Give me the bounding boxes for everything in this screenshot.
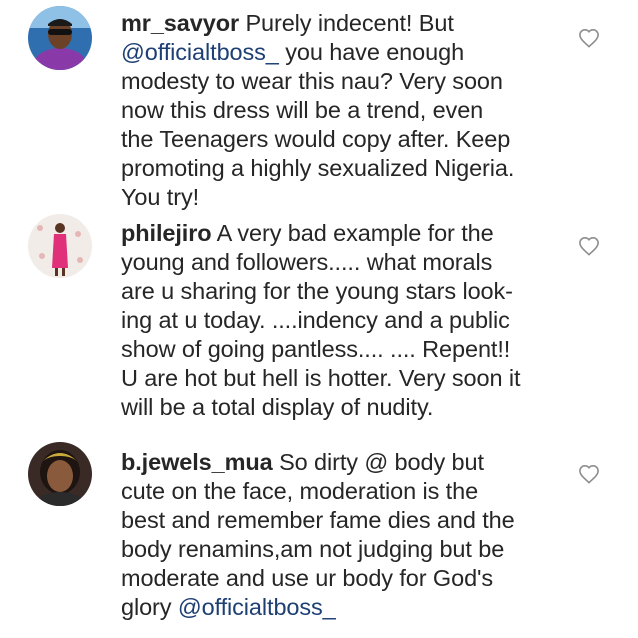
comment-text: b.jewels_mua So dirty @ body but cute on… <box>121 448 561 622</box>
comment-body-line: modesty to wear this nau? Very soon <box>121 68 503 94</box>
avatar[interactable] <box>28 214 92 278</box>
comment-body-line: cute on the face, moderation is the <box>121 478 479 504</box>
comment-body-line: You try! <box>121 184 200 210</box>
comment-body-line: best and remember fame dies and the <box>121 507 515 533</box>
comment-body-line: body renamins,am not judging but be <box>121 536 505 562</box>
comment-body-line: moderate and use ur body for God's <box>121 565 494 591</box>
comment-username[interactable]: philejiro <box>121 220 212 246</box>
comment-body-line: So dirty @ body but <box>279 449 484 475</box>
comment-body-line: Purely indecent! But <box>245 10 454 36</box>
comment-body-line: now this dress will be a trend, even <box>121 97 484 123</box>
mention-link[interactable]: @officialtboss_ <box>121 39 279 65</box>
comment-body-line: young and followers..... what morals <box>121 249 493 275</box>
comment-text: mr_savyor Purely indecent! But @official… <box>121 9 561 212</box>
comment-body-line: you have enough <box>278 39 465 65</box>
comment-body-line: A very bad example for the <box>216 220 494 246</box>
avatar[interactable] <box>28 442 92 506</box>
comment-username[interactable]: mr_savyor <box>121 10 239 36</box>
comment-body-line: will be a total display of nudity. <box>121 394 434 420</box>
comment-username[interactable]: b.jewels_mua <box>121 449 273 475</box>
user-avatar-sunglasses-icon <box>28 6 92 70</box>
avatar[interactable] <box>28 6 92 70</box>
heart-outline-icon[interactable] <box>578 236 600 256</box>
heart-outline-icon[interactable] <box>578 28 600 48</box>
user-avatar-pink-dress-icon <box>28 214 92 278</box>
user-avatar-woman-icon <box>28 442 92 506</box>
comment-body-line: promoting a highly sexualized Nigeria. <box>121 155 515 181</box>
comment-text: philejiro A very bad example for the you… <box>121 219 561 422</box>
comment-body-line: are u sharing for the young stars look- <box>121 278 513 304</box>
comment-body-line: U are hot but hell is hotter. Very soon … <box>121 365 521 391</box>
comment-body-line: show of going pantless.... .... Repent!! <box>121 336 511 362</box>
comment-body-line: the Teenagers would copy after. Keep <box>121 126 511 152</box>
comment-body-line: glory <box>121 594 178 620</box>
heart-outline-icon[interactable] <box>578 464 600 484</box>
comment-body-line: ing at u today. ....indency and a public <box>121 307 510 333</box>
mention-link[interactable]: @officialtboss_ <box>178 594 336 620</box>
